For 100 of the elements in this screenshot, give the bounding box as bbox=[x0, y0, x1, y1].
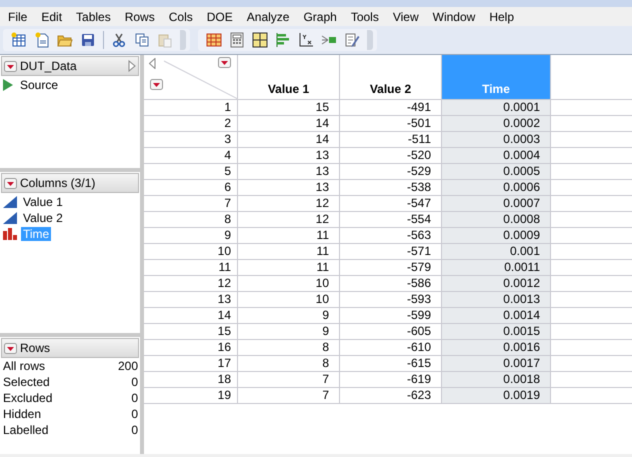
row-number: 12 bbox=[144, 276, 238, 292]
expand-arrow-icon[interactable] bbox=[128, 60, 136, 72]
table-cell: 9 bbox=[238, 324, 340, 340]
table-cell: 0.0006 bbox=[442, 180, 551, 196]
table-cell: 0.0018 bbox=[442, 372, 551, 388]
table-cell: 14 bbox=[238, 132, 340, 148]
table-cell: 13 bbox=[238, 164, 340, 180]
stat-label: All rows bbox=[3, 359, 46, 375]
collapse-arrow-icon[interactable] bbox=[149, 58, 156, 69]
table-cell: 0.0007 bbox=[442, 196, 551, 212]
new-document-icon[interactable] bbox=[34, 32, 50, 48]
dropdown-button[interactable] bbox=[4, 178, 17, 188]
table-cell: 8 bbox=[238, 340, 340, 356]
panel-title: Rows bbox=[20, 341, 52, 355]
toolbar-grip[interactable] bbox=[367, 30, 373, 50]
triangle-icon bbox=[3, 212, 17, 224]
menu-item[interactable]: DOE bbox=[200, 10, 241, 24]
dropdown-button[interactable] bbox=[218, 57, 231, 68]
row-number: 17 bbox=[144, 356, 238, 372]
stat-value: 200 bbox=[118, 359, 138, 375]
menu-item[interactable]: Tables bbox=[70, 10, 119, 24]
table-cell: 15 bbox=[238, 100, 340, 116]
script-item[interactable]: Source bbox=[17, 78, 58, 92]
table-cell: 8 bbox=[238, 356, 340, 372]
row-number: 4 bbox=[144, 148, 238, 164]
row-number: 6 bbox=[144, 180, 238, 196]
bar-chart-icon[interactable] bbox=[275, 32, 291, 48]
row-number: 14 bbox=[144, 308, 238, 324]
table-cell: 12 bbox=[238, 212, 340, 228]
row-number: 16 bbox=[144, 340, 238, 356]
menu-item[interactable]: Help bbox=[483, 10, 522, 24]
table-icon[interactable] bbox=[206, 32, 222, 48]
table-cell: 0.0017 bbox=[442, 356, 551, 372]
new-table-icon[interactable] bbox=[11, 32, 27, 48]
axis-icon[interactable] bbox=[298, 32, 314, 48]
menu-item[interactable]: Window bbox=[426, 10, 484, 24]
stat-value: 0 bbox=[131, 407, 138, 423]
table-cell: 0.0009 bbox=[442, 228, 551, 244]
row-number: 13 bbox=[144, 292, 238, 308]
save-icon[interactable] bbox=[80, 32, 96, 48]
stat-value: 0 bbox=[131, 391, 138, 407]
row-number: 8 bbox=[144, 212, 238, 228]
menu-item[interactable]: Tools bbox=[344, 10, 387, 24]
row-number: 15 bbox=[144, 324, 238, 340]
stat-label: Hidden bbox=[3, 407, 42, 423]
menu-item[interactable]: Graph bbox=[297, 10, 345, 24]
table-cell: 0.0013 bbox=[442, 292, 551, 308]
stat-label: Selected bbox=[3, 375, 50, 391]
table-cell: 0.0005 bbox=[442, 164, 551, 180]
table-cell: 11 bbox=[238, 244, 340, 260]
stat-label: Labelled bbox=[3, 423, 48, 439]
table-cell: 7 bbox=[238, 372, 340, 388]
row-number: 9 bbox=[144, 228, 238, 244]
table-cell: 7 bbox=[238, 388, 340, 404]
menu-item[interactable]: Edit bbox=[35, 10, 70, 24]
column-item[interactable]: Value 1 bbox=[21, 195, 65, 209]
stat-label: Excluded bbox=[3, 391, 52, 407]
pencil-icon[interactable] bbox=[344, 32, 360, 48]
column-item[interactable]: Value 2 bbox=[21, 211, 65, 225]
menu-item[interactable]: Analyze bbox=[240, 10, 298, 24]
table-cell: 9 bbox=[238, 308, 340, 324]
menu-item[interactable]: File bbox=[2, 10, 36, 24]
table-cell: 0.0014 bbox=[442, 308, 551, 324]
table-cell: 0.0008 bbox=[442, 212, 551, 228]
table-cell: 0.0015 bbox=[442, 324, 551, 340]
table-cell: 0.0012 bbox=[442, 276, 551, 292]
menu-item[interactable]: Cols bbox=[162, 10, 201, 24]
scissors-icon[interactable] bbox=[111, 32, 127, 48]
table-cell: 0.0004 bbox=[442, 148, 551, 164]
row-number: 18 bbox=[144, 372, 238, 388]
table-cell: 11 bbox=[238, 228, 340, 244]
menu-item[interactable]: View bbox=[386, 10, 427, 24]
column-header[interactable]: Value 2 bbox=[340, 55, 442, 100]
table-cell: 13 bbox=[238, 180, 340, 196]
copy-icon[interactable] bbox=[134, 32, 150, 48]
table-cell: 12 bbox=[238, 196, 340, 212]
table-cell: 0.0001 bbox=[442, 100, 551, 116]
play-icon[interactable] bbox=[3, 79, 13, 91]
column-header[interactable]: Value 1 bbox=[238, 55, 340, 100]
toolbar-grip[interactable] bbox=[180, 30, 186, 50]
dropdown-button[interactable] bbox=[150, 79, 163, 90]
row-number: 1 bbox=[144, 100, 238, 116]
table-cell: 0.0002 bbox=[442, 116, 551, 132]
table-cell: 13 bbox=[238, 148, 340, 164]
table-cell: 0.0016 bbox=[442, 340, 551, 356]
menu-item[interactable]: Rows bbox=[118, 10, 163, 24]
row-number: 5 bbox=[144, 164, 238, 180]
row-number: 11 bbox=[144, 260, 238, 276]
table-cell: 0.0011 bbox=[442, 260, 551, 276]
stat-value: 0 bbox=[131, 423, 138, 439]
calculator-icon[interactable] bbox=[229, 32, 245, 48]
dropdown-button[interactable] bbox=[4, 342, 17, 354]
panel-title: DUT_Data bbox=[20, 59, 78, 73]
grid-icon[interactable] bbox=[252, 32, 268, 48]
dropdown-button[interactable] bbox=[4, 60, 17, 72]
table-cell: 14 bbox=[238, 116, 340, 132]
table-cell: 11 bbox=[238, 260, 340, 276]
row-number: 10 bbox=[144, 244, 238, 260]
table-cell: 0.001 bbox=[442, 244, 551, 260]
table-cell: 0.0003 bbox=[442, 132, 551, 148]
